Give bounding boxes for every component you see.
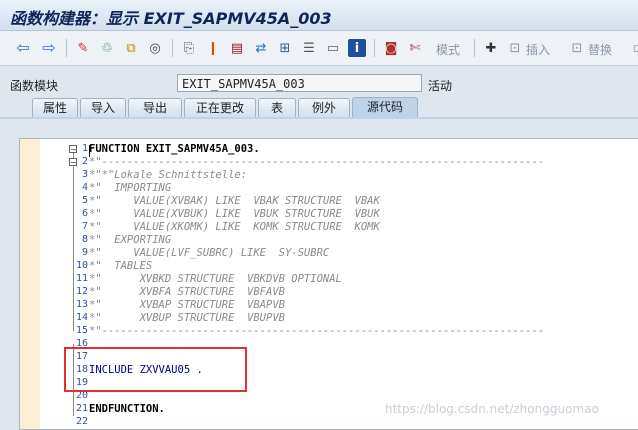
toolbar-separator [474,39,475,57]
insert-button[interactable]: 插入 [526,41,550,58]
code-line: ENDFUNCTION. [89,403,165,415]
fold-guide [73,166,74,331]
forward-arrow-icon[interactable]: ⇨ [40,39,58,57]
tab-attributes[interactable]: 属性 [32,98,78,117]
fold-guide [73,153,74,158]
info-icon[interactable]: i [348,39,366,57]
code-line: *" XVBUP STRUCTURE VBUPVB [89,312,285,324]
source-code-editor[interactable]: 1 2 3 4 5 6 7 8 9 10 11 12 13 14 15 16 1… [19,138,638,430]
back-arrow-icon[interactable]: ⇦ [14,39,32,57]
tab-tables[interactable]: 表 [258,98,296,117]
code-line: *" VALUE(XKOMK) LIKE KOMK STRUCTURE KOMK [89,221,380,233]
function-module-field[interactable]: EXIT_SAPMV45A_003 [177,74,422,92]
tab-import[interactable]: 导入 [80,98,126,117]
code-line: *" TABLES [89,260,153,272]
hierarchy-icon[interactable]: ⊞ [276,39,294,57]
plus-icon[interactable]: ✚ [482,39,500,57]
code-line: *" VALUE(LVF_SUBRC) LIKE SY-SUBRC [89,247,330,259]
tab-changing[interactable]: 正在更改 [184,98,256,117]
red-highlight-box [64,347,247,392]
mode-button[interactable]: 模式 [436,41,460,58]
code-line: *" VALUE(XVBUK) LIKE VBUK STRUCTURE VBUK [89,208,380,220]
window-icon[interactable]: ▭ [324,39,342,57]
window-title: 函数构建器：显示 EXIT_SAPMV45A_003 [10,9,332,28]
code-line: *" XVBAP STRUCTURE VBAPVB [89,299,285,311]
tab-export[interactable]: 导出 [128,98,182,117]
tab-underline [0,117,638,119]
pattern-icon[interactable]: ◙ [382,39,400,57]
code-line: FUNCTION EXIT_SAPMV45A_003. [89,143,260,155]
toolbar-separator [374,39,375,57]
code-line: *"--------------------------------------… [89,325,545,337]
code-line: *" IMPORTING [89,182,172,194]
test-icon[interactable]: ◎ [146,39,164,57]
display-object-list-icon[interactable]: ▤ [228,39,246,57]
code-line: *" VALUE(XVBAK) LIKE VBAK STRUCTURE VBAK [89,195,380,207]
title-bar: 函数构建器：显示 EXIT_SAPMV45A_003 [0,0,638,31]
replace-button[interactable]: 替换 [588,41,612,58]
code-line: *"--------------------------------------… [89,156,545,168]
watermark: https://blog.csdn.net/zhongguomao [385,402,599,416]
function-module-label: 函数模块 [10,79,59,93]
pretty-printer-icon[interactable]: ✄ [406,39,424,57]
code-line: *" EXPORTING [89,234,172,246]
tab-exceptions[interactable]: 例外 [298,98,350,117]
navigate-icon[interactable]: ⇄ [252,39,270,57]
code-line: *" XVBFA STRUCTURE VBFAVB [89,286,285,298]
collapse-icon[interactable]: − [69,145,77,154]
collapse-icon[interactable]: − [69,158,77,167]
insert-icon[interactable]: ⊡ [506,39,524,57]
status-text: 活动 [428,79,453,93]
where-used-icon[interactable]: ⎘ [180,39,198,57]
tab-source-code[interactable]: 源代码 [352,97,418,118]
check-icon[interactable]: ♲ [98,39,116,57]
code-line: *"*"Lokale Schnittstelle: [89,169,248,181]
application-toolbar: ⇦ ⇨ ✎ ♲ ⧉ ◎ ⎘ ❙ ▤ ⇄ ⊞ ☰ ▭ i ◙ ✄ 模式 ✚ ⊡ 插… [0,31,638,66]
toolbar-separator [172,39,173,57]
more-icon[interactable]: ▫ [628,39,638,57]
editor-gutter [20,139,41,429]
activate-icon[interactable]: ⧉ [122,39,140,57]
code-line: *" XVBKD STRUCTURE VBKDVB OPTIONAL [89,273,342,285]
change-display-icon[interactable]: ✎ [74,39,92,57]
stack-icon[interactable]: ☰ [300,39,318,57]
toolbar-separator [66,39,67,57]
pin-icon[interactable]: ❙ [204,39,222,57]
replace-icon[interactable]: ⊡ [568,39,586,57]
tab-strip: 属性 导入 导出 正在更改 表 例外 源代码 [0,97,638,118]
